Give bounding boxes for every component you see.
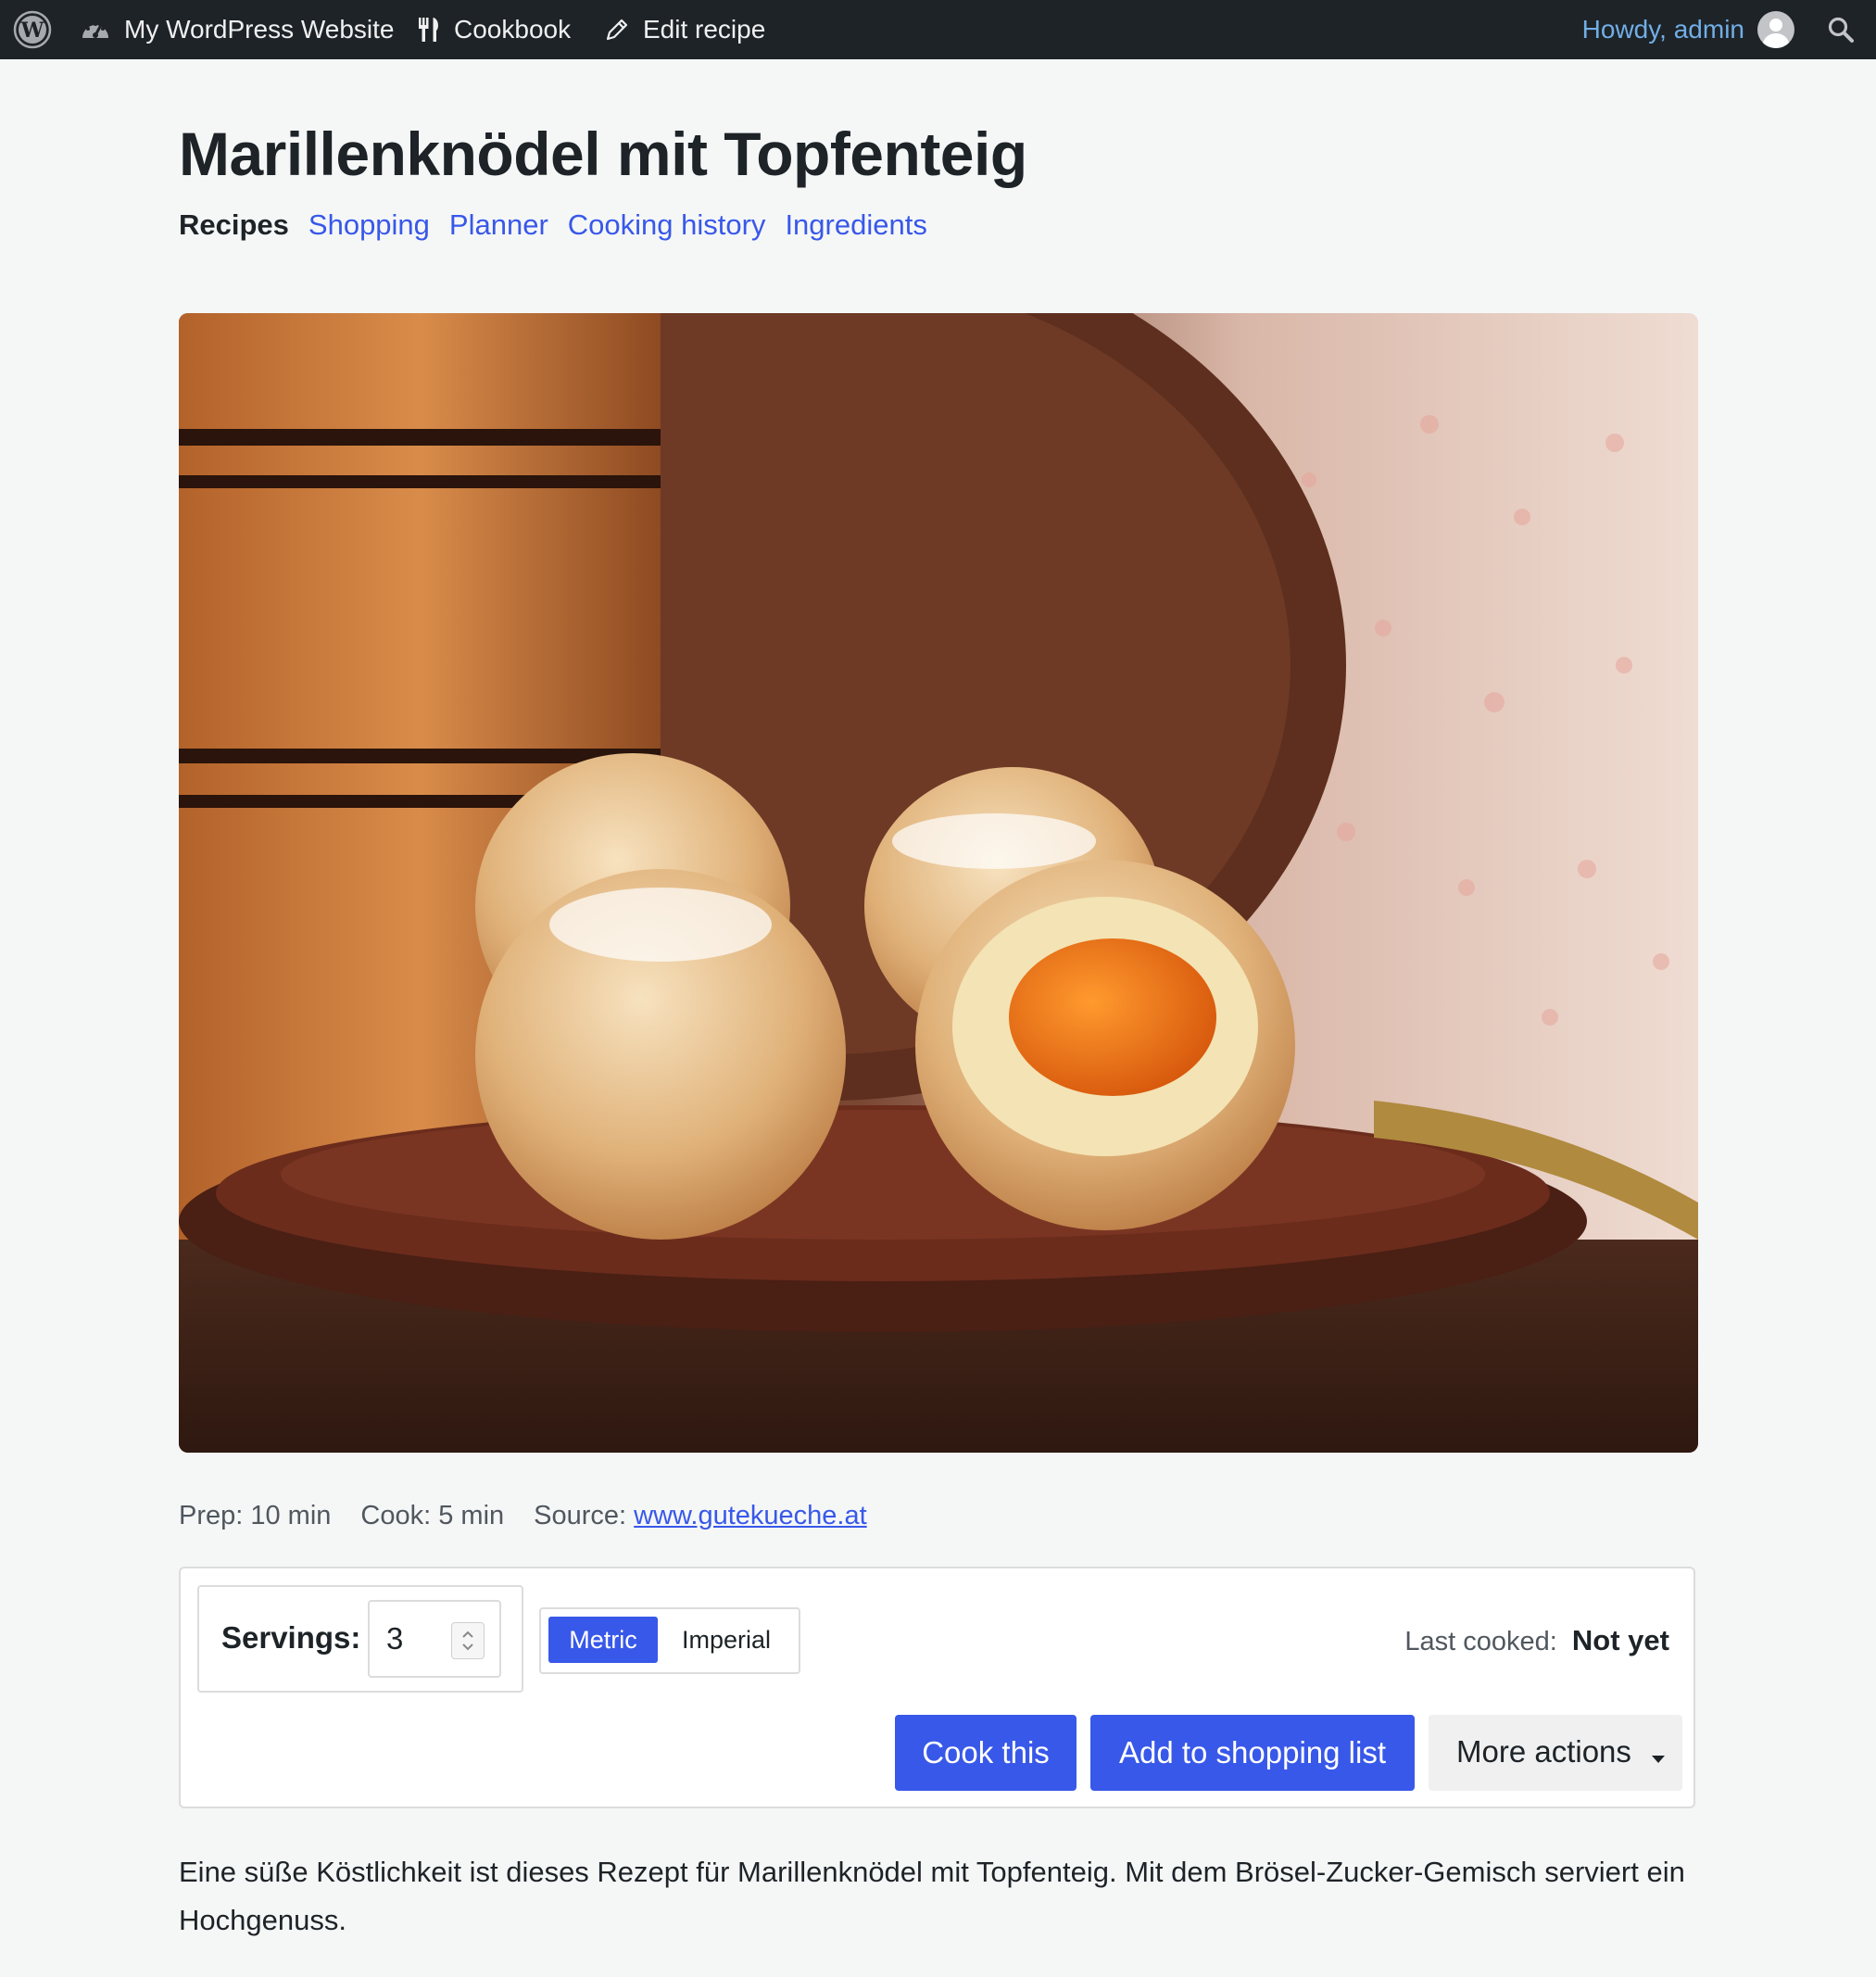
source: Source: www.gutekueche.at: [534, 1501, 867, 1531]
edit-recipe-label: Edit recipe: [643, 15, 766, 44]
recipe-photo: [179, 313, 1698, 1453]
pencil-icon: [604, 17, 630, 43]
tab-planner[interactable]: Planner: [449, 208, 548, 242]
avatar[interactable]: [1757, 11, 1794, 48]
last-cooked-label: Last cooked:: [1404, 1627, 1557, 1656]
add-to-shopping-list-button[interactable]: Add to shopping list: [1090, 1715, 1415, 1791]
cookbook-label: Cookbook: [454, 15, 572, 44]
cookbook-link[interactable]: Cookbook: [417, 0, 571, 59]
imperial-button[interactable]: Imperial: [663, 1617, 789, 1663]
tab-shopping[interactable]: Shopping: [308, 208, 430, 242]
stepper-arrows-icon: [462, 1631, 473, 1651]
edit-recipe-link[interactable]: Edit recipe: [604, 0, 765, 59]
source-label: Source:: [534, 1501, 627, 1530]
caret-down-icon: [1651, 1736, 1666, 1771]
recipe-controls-panel: Servings: Metric Imperial Last cooked: N…: [179, 1567, 1695, 1808]
recipe-description: Eine süße Köstlichkeit ist dieses Rezept…: [179, 1856, 1685, 1936]
fork-knife-icon: [417, 16, 441, 44]
page-title: Marillenknödel mit Topfenteig: [179, 120, 1027, 188]
prep-time: Prep: 10 min: [179, 1501, 332, 1530]
howdy-user-link[interactable]: Howdy, admin: [1582, 15, 1744, 44]
servings-label: Servings:: [221, 1620, 361, 1655]
dashboard-icon: [80, 16, 111, 44]
recipe-subnav: Recipes Shopping Planner Cooking history…: [179, 208, 927, 242]
source-link[interactable]: www.gutekueche.at: [634, 1501, 866, 1530]
svg-text:W: W: [20, 19, 44, 43]
wordpress-logo-icon[interactable]: W: [13, 10, 52, 49]
tab-cooking-history[interactable]: Cooking history: [568, 208, 766, 242]
tab-ingredients[interactable]: Ingredients: [785, 208, 926, 242]
cook-this-button[interactable]: Cook this: [895, 1715, 1076, 1791]
site-name-label: My WordPress Website: [124, 15, 395, 44]
search-icon[interactable]: [1822, 11, 1859, 48]
last-cooked-value: Not yet: [1571, 1624, 1669, 1656]
servings-stepper[interactable]: [451, 1622, 485, 1659]
recipe-meta: Prep: 10 min Cook: 5 min Source: www.gut…: [179, 1501, 867, 1531]
unit-toggle: Metric Imperial: [539, 1607, 800, 1674]
last-cooked: Last cooked: Not yet: [1404, 1624, 1669, 1657]
tab-recipes[interactable]: Recipes: [179, 208, 289, 242]
more-actions-button[interactable]: More actions: [1429, 1715, 1682, 1791]
site-name-link[interactable]: My WordPress Website: [80, 0, 394, 59]
admin-bar-right: Howdy, admin: [1582, 0, 1876, 59]
servings-control: Servings:: [197, 1585, 523, 1693]
admin-bar: W My WordPress Website Cookbook Edit rec…: [0, 0, 1876, 59]
metric-button[interactable]: Metric: [548, 1617, 658, 1663]
cook-time: Cook: 5 min: [360, 1501, 505, 1530]
more-actions-label: More actions: [1456, 1733, 1631, 1769]
